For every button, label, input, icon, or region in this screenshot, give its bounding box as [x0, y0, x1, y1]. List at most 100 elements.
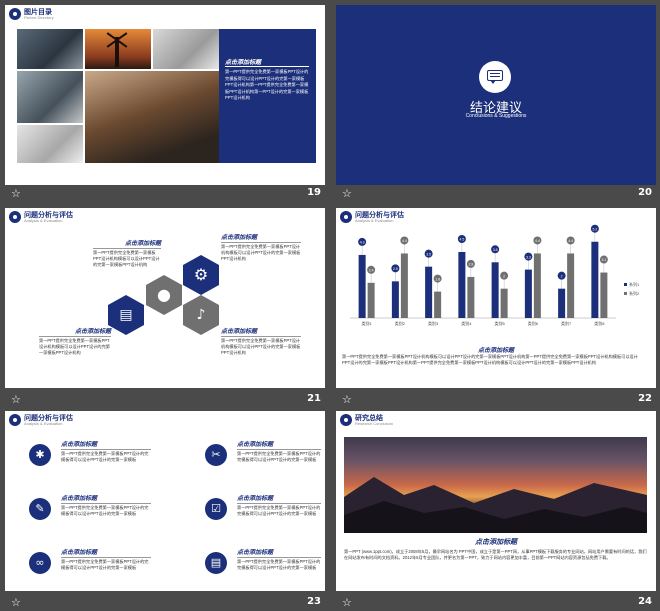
hex-mic: ♪ — [183, 295, 219, 335]
data-label: 3.8 — [493, 248, 498, 252]
slide-22[interactable]: 问题分析与评估 Analysis & Evaluation 4.3 2.4 类别1 2… — [336, 208, 656, 388]
header-subtitle: Analysis & Evaluation — [24, 218, 63, 223]
x-tick-label: 类别3 — [428, 320, 439, 326]
bar-1-2 — [391, 281, 399, 318]
slide-20[interactable]: 结论建议 Conclusions & Suggestions — [336, 5, 656, 185]
photo-caption-title[interactable]: 点击添加标题 — [336, 537, 656, 547]
slide-21-strip: ☆ 21 — [5, 392, 325, 408]
legend-label: 系列1 — [629, 281, 640, 287]
bar-2-8 — [600, 272, 608, 318]
data-label: 4.4 — [402, 239, 407, 243]
star-icon[interactable]: ☆ — [11, 393, 21, 406]
bar-1-4 — [458, 252, 466, 318]
x-tick-label: 类别6 — [528, 320, 539, 326]
data-label: 1.8 — [435, 277, 440, 281]
data-label: 3.3 — [526, 255, 531, 259]
bar-2-3 — [434, 291, 442, 318]
bar-1-7 — [558, 288, 566, 318]
header-subtitle: Picture Directory — [24, 15, 54, 20]
lightbulb-icon: ✱ — [29, 444, 51, 466]
data-label: 2.5 — [393, 267, 398, 271]
text-block-2: 点击添加标题 第一PPT提供完全免费第一家模板PPT设计机构模板可以设计PPT设… — [221, 235, 301, 261]
bar-2-5 — [500, 288, 508, 318]
text-panel: 点击添加标题 第一PPT提供完全免费第一家模板PPT设计的完模板得可以设计PPT… — [219, 29, 316, 163]
photo-windmill-sunset — [85, 29, 151, 69]
panel-text[interactable]: 第一PPT提供完全免费第一家模板PPT设计的完模板得可以设计PPT设计的完第一家… — [225, 69, 311, 102]
star-icon[interactable]: ☆ — [342, 187, 352, 200]
gear-icon — [340, 414, 352, 426]
bar-2-1 — [367, 282, 375, 318]
text-block-3: 点击添加标题 第一PPT提供完全免费第一家模板PPT设计机构模板可以设计PPT设… — [39, 329, 111, 355]
data-label: 2.4 — [369, 269, 374, 273]
x-tick-label: 类别4 — [461, 320, 472, 326]
slide-23[interactable]: 问题分析与评估 Analysis & Evaluation ✱ 点击添加标题 第… — [5, 411, 325, 591]
x-tick-label: 类别8 — [594, 320, 605, 326]
panel-title[interactable]: 点击添加标题 — [225, 57, 261, 66]
bar-1-5 — [491, 262, 499, 318]
hex-reader: ▤ — [108, 295, 144, 335]
photo-laptop-hands — [17, 29, 83, 69]
legend-swatch — [624, 292, 627, 295]
slide-21[interactable]: 问题分析与评估 Analysis & Evaluation ⚙ ● ▤ ♪ 点击… — [5, 208, 325, 388]
star-icon[interactable]: ☆ — [342, 596, 352, 609]
star-icon[interactable]: ☆ — [342, 393, 352, 406]
item-3: 点击添加标题 第一PPT提供完全免费第一家模板PPT设计的完模板得可以设计PPT… — [61, 493, 151, 517]
x-tick-label: 类别1 — [362, 320, 373, 326]
slide-number: 19 — [307, 187, 321, 198]
photo-laptop-desk — [153, 29, 219, 69]
hex-user: ● — [146, 275, 182, 315]
legend-swatch — [624, 283, 627, 286]
data-label: 5.2 — [592, 227, 597, 231]
data-label: 2.8 — [468, 263, 473, 267]
x-tick-label: 类别2 — [395, 320, 406, 326]
tools-icon: ✂ — [205, 444, 227, 466]
bar-2-2 — [400, 253, 408, 318]
bar-1-6 — [524, 269, 532, 318]
x-tick-label: 类别5 — [495, 320, 506, 326]
gear-icon — [9, 211, 21, 223]
slide-19[interactable]: 图片目录 Picture Directory 点击添加标题 第一PPT提供完全免… — [5, 5, 325, 185]
checkbox-icon: ☑ — [205, 498, 227, 520]
slide-22-strip: ☆ 22 — [336, 392, 656, 408]
slide-24[interactable]: 研究总结 Research Conclusion 点击添加标题 第一PPT (w… — [336, 411, 656, 591]
hex-gear: ⚙ — [183, 255, 219, 295]
item-4: 点击添加标题 第一PPT提供完全免费第一家模板PPT设计的完模板得可以设计PPT… — [237, 496, 321, 516]
x-tick-label: 类别7 — [561, 320, 572, 326]
text-block-4: 点击添加标题 第一PPT提供完全免费第一家模板PPT设计机构模板可以设计PPT设… — [221, 329, 301, 355]
photo-cables — [17, 125, 83, 163]
bar-1-3 — [425, 266, 433, 318]
slide-number: 22 — [638, 393, 652, 404]
bar-2-4 — [467, 276, 475, 318]
header-subtitle: Research Conclusion — [355, 421, 394, 426]
bar-chart: 4.3 2.4 类别1 2.5 4.4 类别2 3.5 1.8 类别3 4.5 2.8 类别4 3.8 2… — [350, 224, 640, 326]
item-2: 点击添加标题 第一PPT提供完全免费第一家模板PPT设计的完模板得可以设计PPT… — [237, 442, 321, 462]
data-label: 4.5 — [459, 238, 464, 242]
panel-divider — [225, 66, 309, 67]
item-5: 点击添加标题 第一PPT提供完全免费第一家模板PPT设计的完模板得可以设计PPT… — [61, 547, 151, 571]
pencil-icon: ✎ — [29, 498, 51, 520]
photo-mountain-sunset — [344, 437, 647, 533]
item-1: 点击添加标题 第一PPT提供完全免费第一家模板PPT设计的完模板得可以设计PPT… — [61, 439, 151, 463]
section-subtitle: Conclusions & Suggestions — [465, 113, 527, 119]
data-label: 2 — [561, 274, 563, 278]
slide-number: 23 — [307, 596, 321, 607]
data-label: 3.5 — [426, 252, 431, 256]
bar-1-1 — [358, 254, 366, 318]
gear-icon — [9, 8, 21, 20]
chat-icon — [479, 61, 511, 93]
chart-caption-title[interactable]: 点击添加标题 — [336, 345, 656, 354]
bar-2-6 — [533, 253, 541, 318]
slide-number: 24 — [638, 596, 652, 607]
header-subtitle: Analysis & Evaluation — [24, 421, 63, 426]
photo-caption-text[interactable]: 第一PPT (www.1ppt.com)，成立于2008年5月，最早网站名为 P… — [344, 549, 647, 561]
reader-icon: ▤ — [205, 552, 227, 574]
star-icon[interactable]: ☆ — [11, 596, 21, 609]
data-label: 4.4 — [568, 239, 573, 243]
bar-1-8 — [591, 241, 599, 318]
star-icon[interactable]: ☆ — [11, 187, 21, 200]
data-label: 2 — [503, 274, 505, 278]
text-block-1: 点击添加标题 第一PPT提供完全免费第一家模板PPT设计机构模板可以设计PPT设… — [93, 241, 161, 267]
legend-label: 系列2 — [629, 290, 640, 296]
photo-desk-coffee — [85, 71, 219, 163]
chart-caption-text[interactable]: 第一PPT提供完全免费第一家模板PPT设计机构模板可以设计PPT设计的完第一家模… — [342, 354, 642, 366]
